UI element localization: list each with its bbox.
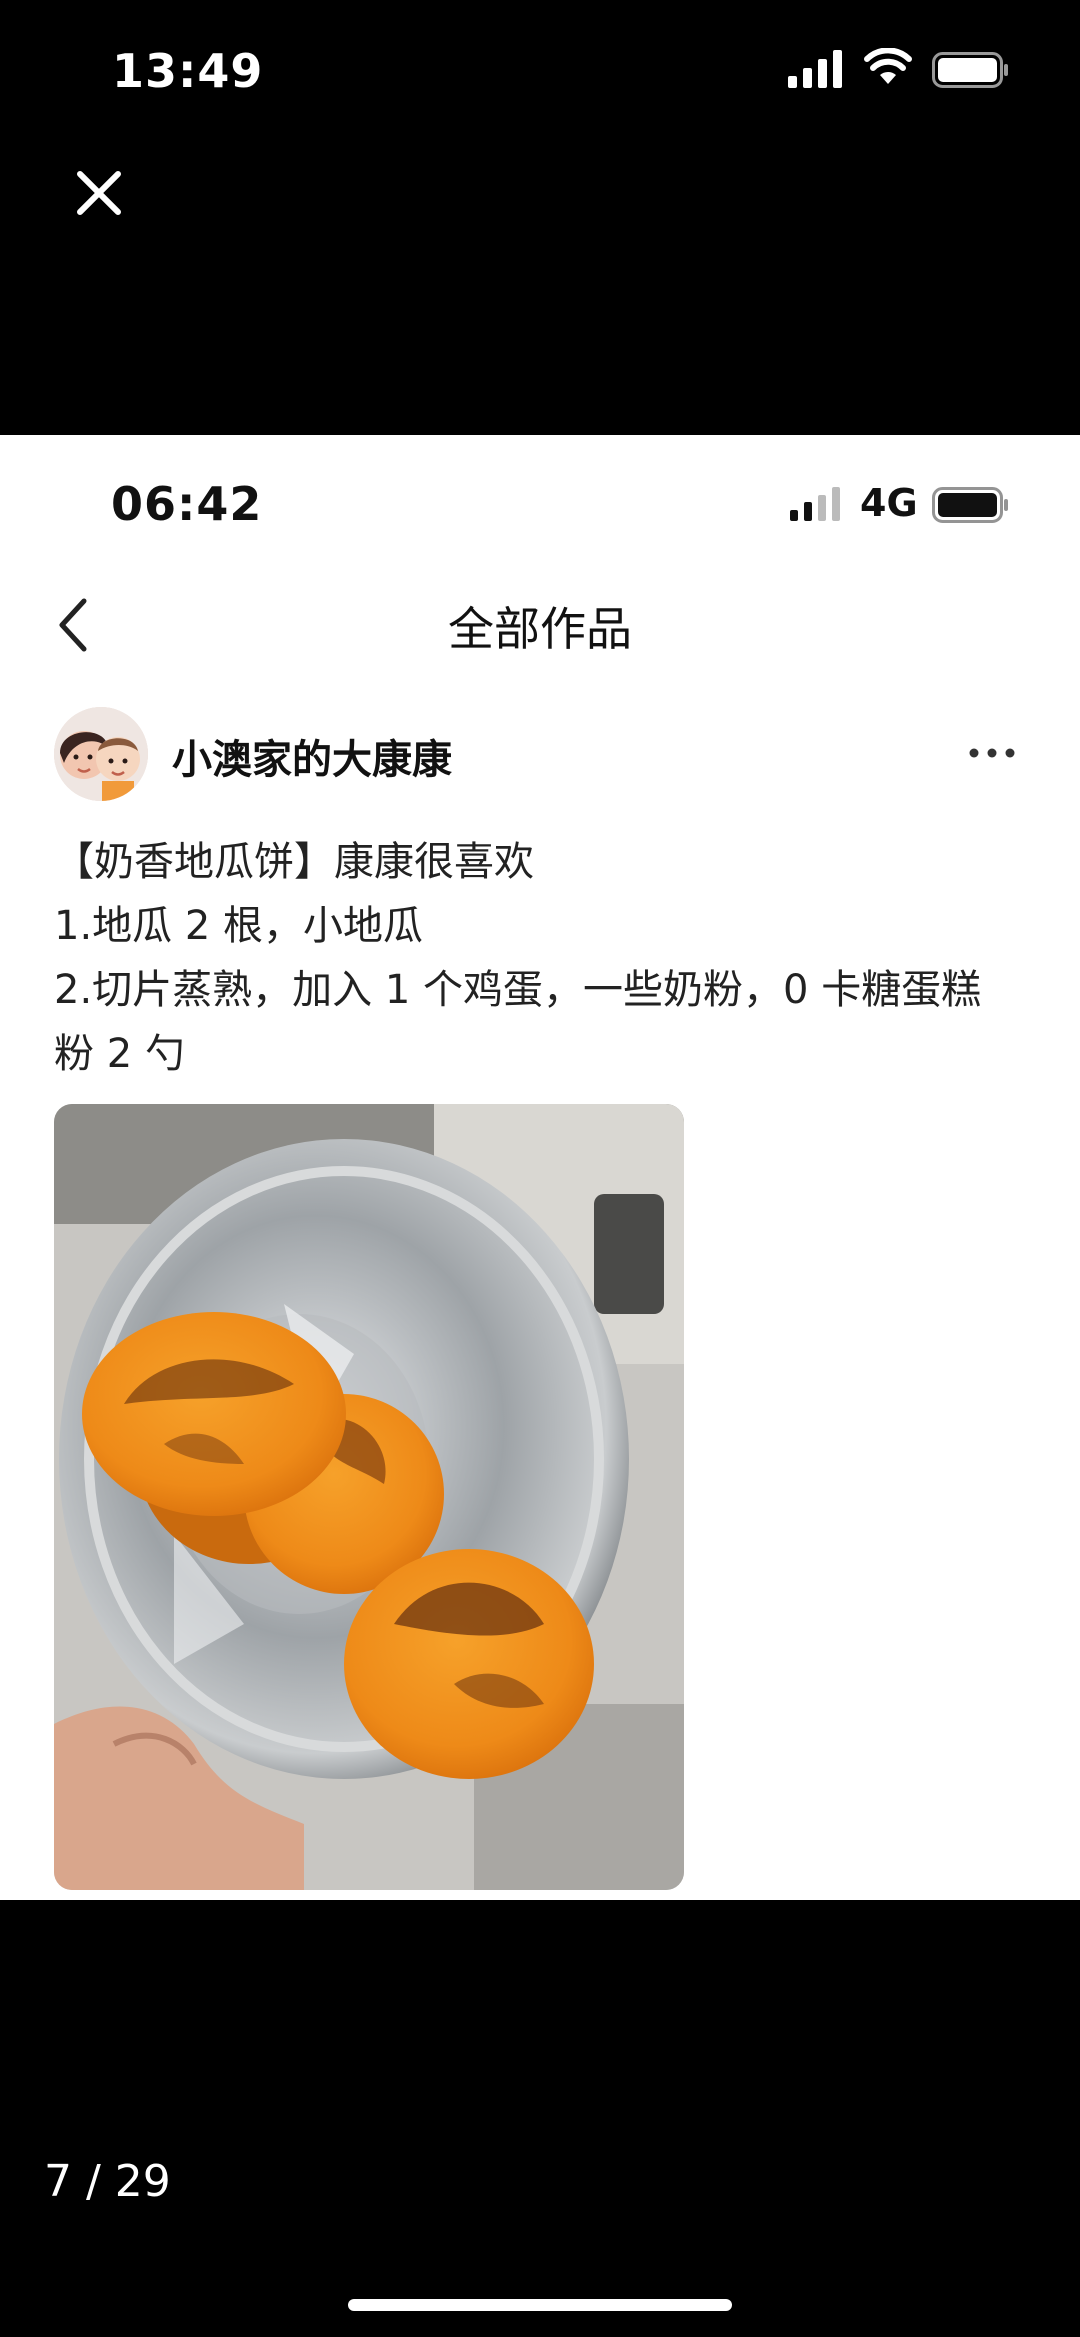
sweet-potato-pancakes-photo[interactable]: [54, 1104, 684, 1890]
post-body: 【奶香地瓜饼】康康很喜欢 1.地瓜 2 根，小地瓜 2.切片蒸熟，加入 1 个鸡…: [54, 830, 1034, 1086]
author-name[interactable]: 小澳家的大康康: [172, 727, 452, 785]
post-line: 2.切片蒸熟，加入 1 个鸡蛋，一些奶粉，0 卡糖蛋糕: [54, 967, 982, 1013]
signal-bars-icon: [788, 50, 842, 88]
page-indicator: 7 / 29: [44, 2156, 171, 2207]
battery-icon: [932, 52, 1008, 88]
post-line: 粉 2 勺: [54, 1031, 185, 1077]
screenshot-card: 06:42 4G 全部作品 小澳家的大康康 【奶香地瓜饼】康康很喜欢 1.地瓜 …: [0, 435, 1080, 1900]
close-icon[interactable]: [74, 168, 124, 218]
post-line: 【奶香地瓜饼】康康很喜欢: [54, 839, 534, 885]
viewer-status-bar: 13:49: [0, 0, 1080, 150]
wifi-icon: [864, 48, 912, 84]
signal-bars-icon: [790, 487, 840, 521]
home-indicator[interactable]: [348, 2299, 732, 2311]
inner-status-time: 06:42: [111, 477, 263, 531]
battery-icon: [932, 487, 1008, 523]
avatar[interactable]: [54, 707, 148, 801]
network-label: 4G: [860, 481, 918, 525]
more-dots-icon[interactable]: [968, 745, 1016, 761]
viewer-status-time: 13:49: [112, 44, 264, 98]
page-title: 全部作品: [448, 602, 632, 656]
post-line: 1.地瓜 2 根，小地瓜: [54, 903, 424, 949]
